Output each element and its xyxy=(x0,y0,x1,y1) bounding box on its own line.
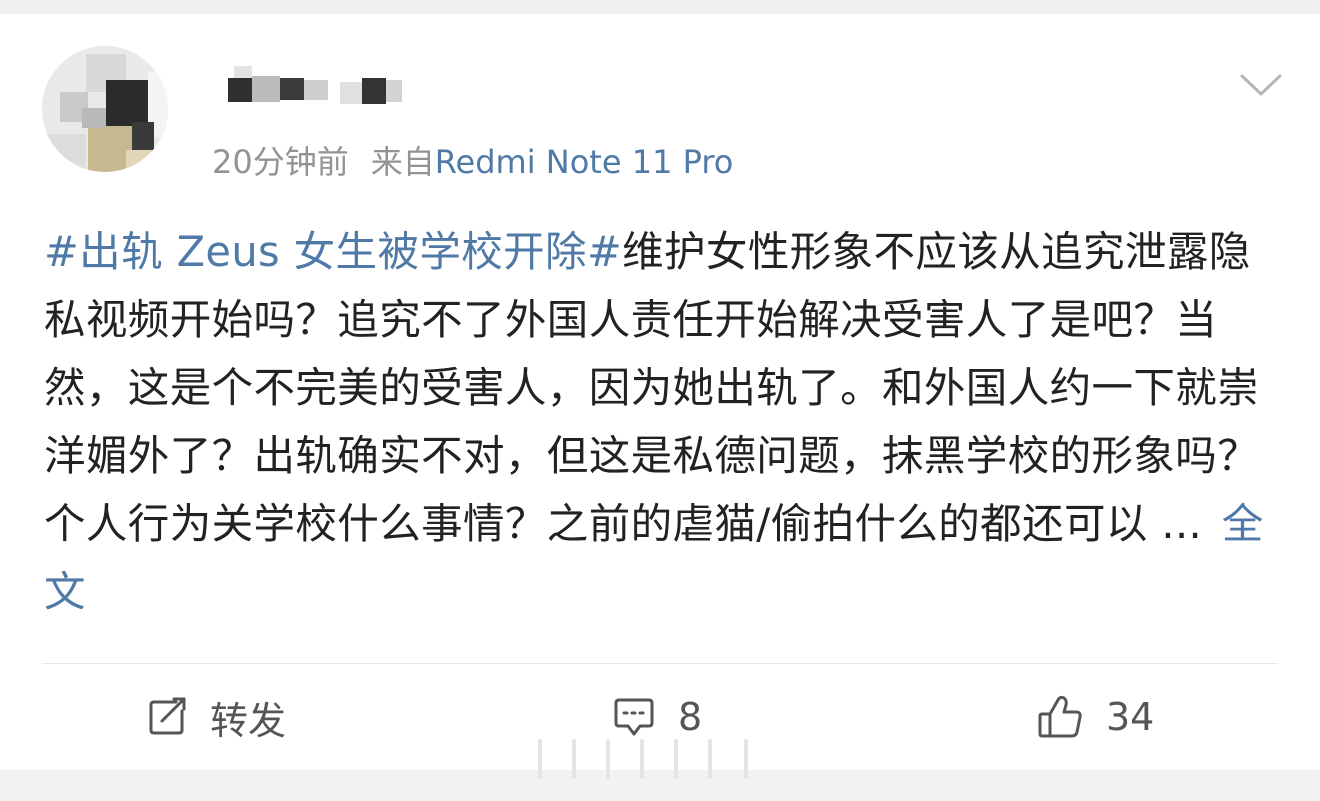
username-obscured[interactable] xyxy=(228,64,408,110)
comment-count: 8 xyxy=(678,695,703,739)
like-button[interactable]: 34 xyxy=(1036,688,1154,746)
post-content: #出轨 Zeus 女生被学校开除#维护女性形象不应该从追究泄露隐私视频开始吗？追… xyxy=(44,218,1280,626)
comment-icon xyxy=(614,698,654,736)
repost-label: 转发 xyxy=(210,698,287,743)
chevron-down-icon[interactable] xyxy=(1238,70,1284,100)
source-device-link[interactable]: Redmi Note 11 Pro xyxy=(435,143,734,181)
source-prefix: 来自 xyxy=(370,143,435,181)
post-time: 20分钟前 xyxy=(212,143,349,181)
repost-icon xyxy=(149,697,186,735)
scroll-indicator xyxy=(538,739,748,779)
top-gap xyxy=(0,0,1320,14)
thumbs-up-icon xyxy=(1038,695,1082,738)
post-meta: 20分钟前 来自Redmi Note 11 Pro xyxy=(212,140,733,184)
repost-button[interactable]: 转发 xyxy=(146,688,286,746)
user-avatar[interactable] xyxy=(42,46,168,172)
hashtag-link[interactable]: #出轨 Zeus 女生被学校开除# xyxy=(44,227,622,276)
action-divider xyxy=(42,663,1278,664)
like-count: 34 xyxy=(1106,695,1155,739)
